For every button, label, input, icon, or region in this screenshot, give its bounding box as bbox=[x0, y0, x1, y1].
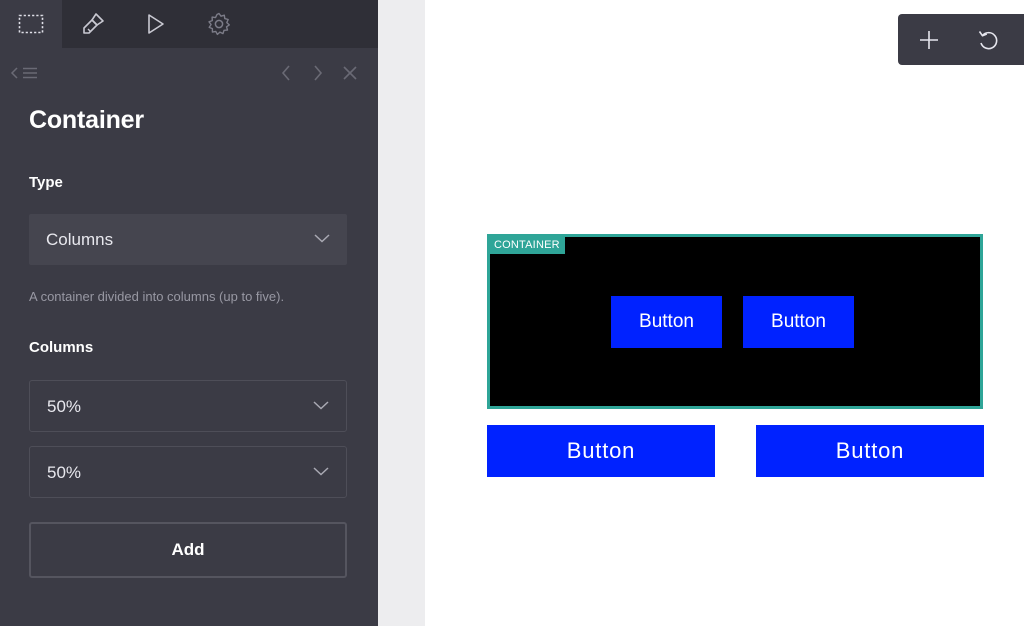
selected-container[interactable]: CONTAINER Button Button bbox=[487, 234, 983, 409]
tab-style[interactable] bbox=[62, 0, 124, 48]
canvas-gutter bbox=[378, 0, 425, 626]
canvas-toolbar bbox=[898, 14, 1024, 65]
container-button-1[interactable]: Button bbox=[611, 296, 722, 348]
container-button-2[interactable]: Button bbox=[743, 296, 854, 348]
chevron-down-icon bbox=[313, 401, 329, 410]
tab-select[interactable] bbox=[0, 0, 62, 48]
selection-icon bbox=[18, 14, 44, 34]
close-button[interactable] bbox=[340, 58, 360, 88]
brush-icon bbox=[83, 13, 104, 34]
type-label: Type bbox=[29, 174, 63, 191]
chevron-down-icon bbox=[313, 467, 329, 476]
next-button[interactable] bbox=[308, 58, 328, 88]
canvas-button-2[interactable]: Button bbox=[756, 425, 984, 477]
column-1-select[interactable]: 50% bbox=[29, 380, 347, 432]
container-tag: CONTAINER bbox=[490, 237, 565, 254]
column-1-value: 50% bbox=[47, 397, 82, 416]
sidebar-tab-bar bbox=[0, 0, 378, 48]
play-icon bbox=[148, 14, 164, 34]
add-column-button[interactable]: Add bbox=[29, 522, 347, 578]
chevron-down-icon bbox=[314, 234, 330, 243]
chevron-left-icon bbox=[281, 65, 290, 81]
close-icon bbox=[343, 66, 357, 80]
type-select[interactable]: Columns bbox=[29, 214, 347, 265]
undo-icon bbox=[978, 30, 998, 49]
column-2-value: 50% bbox=[47, 463, 82, 482]
plus-icon bbox=[920, 30, 938, 49]
previous-button[interactable] bbox=[276, 58, 296, 88]
gear-icon bbox=[208, 12, 230, 36]
type-select-value: Columns bbox=[46, 230, 114, 249]
collapse-menu-button[interactable] bbox=[8, 58, 44, 88]
panel-title: Container bbox=[29, 106, 144, 134]
columns-label: Columns bbox=[29, 339, 94, 356]
tab-preview[interactable] bbox=[124, 0, 186, 48]
tab-settings[interactable] bbox=[188, 0, 250, 48]
chevron-right-icon bbox=[314, 65, 323, 81]
canvas-button-1[interactable]: Button bbox=[487, 425, 715, 477]
sidebar-nav-row bbox=[0, 58, 378, 88]
add-element-button[interactable] bbox=[901, 14, 957, 65]
column-2-select[interactable]: 50% bbox=[29, 446, 347, 498]
type-help-text: A container divided into columns (up to … bbox=[29, 289, 285, 304]
properties-sidebar: Container Type Columns A container divid… bbox=[0, 0, 378, 626]
collapse-menu-icon bbox=[10, 67, 37, 79]
undo-button[interactable] bbox=[960, 14, 1016, 65]
